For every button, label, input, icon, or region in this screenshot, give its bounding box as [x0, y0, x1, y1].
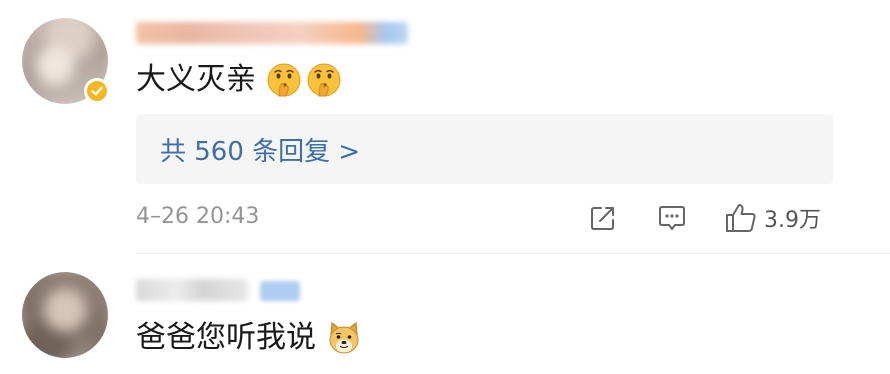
- like-button[interactable]: 3.9万: [724, 200, 821, 236]
- avatar[interactable]: [22, 272, 108, 358]
- comment-item: 爸爸您听我说: [0, 258, 890, 374]
- username-blurred[interactable]: [136, 279, 248, 301]
- like-count: 3.9万: [764, 208, 821, 233]
- user-level-badge: [260, 281, 300, 301]
- comment-timestamp: 4–26 20:43: [136, 204, 260, 229]
- verified-badge-icon: [84, 78, 110, 104]
- comment-text-row: 大义灭亲: [136, 60, 342, 100]
- comment-text: 爸爸您听我说: [136, 320, 316, 355]
- view-replies-link[interactable]: 共 560 条回复 >: [136, 114, 833, 184]
- thumbs-up-icon: [726, 204, 756, 232]
- comment-text-row: 爸爸您听我说: [136, 318, 362, 358]
- share-icon: [591, 207, 614, 230]
- reply-button[interactable]: [656, 200, 688, 236]
- comment-item: 大义灭亲 共 560 条回复 > 4–26 20:43 3.9万: [0, 0, 890, 258]
- comment-divider: [136, 253, 890, 254]
- thinking-hush-emoji: [267, 63, 301, 97]
- share-button[interactable]: [588, 200, 618, 236]
- thinking-hush-emoji: [307, 63, 341, 97]
- username-blurred[interactable]: [136, 22, 408, 44]
- comment-text: 大义灭亲: [136, 62, 256, 97]
- doge-emoji: [329, 322, 359, 354]
- comment-icon: [659, 206, 685, 230]
